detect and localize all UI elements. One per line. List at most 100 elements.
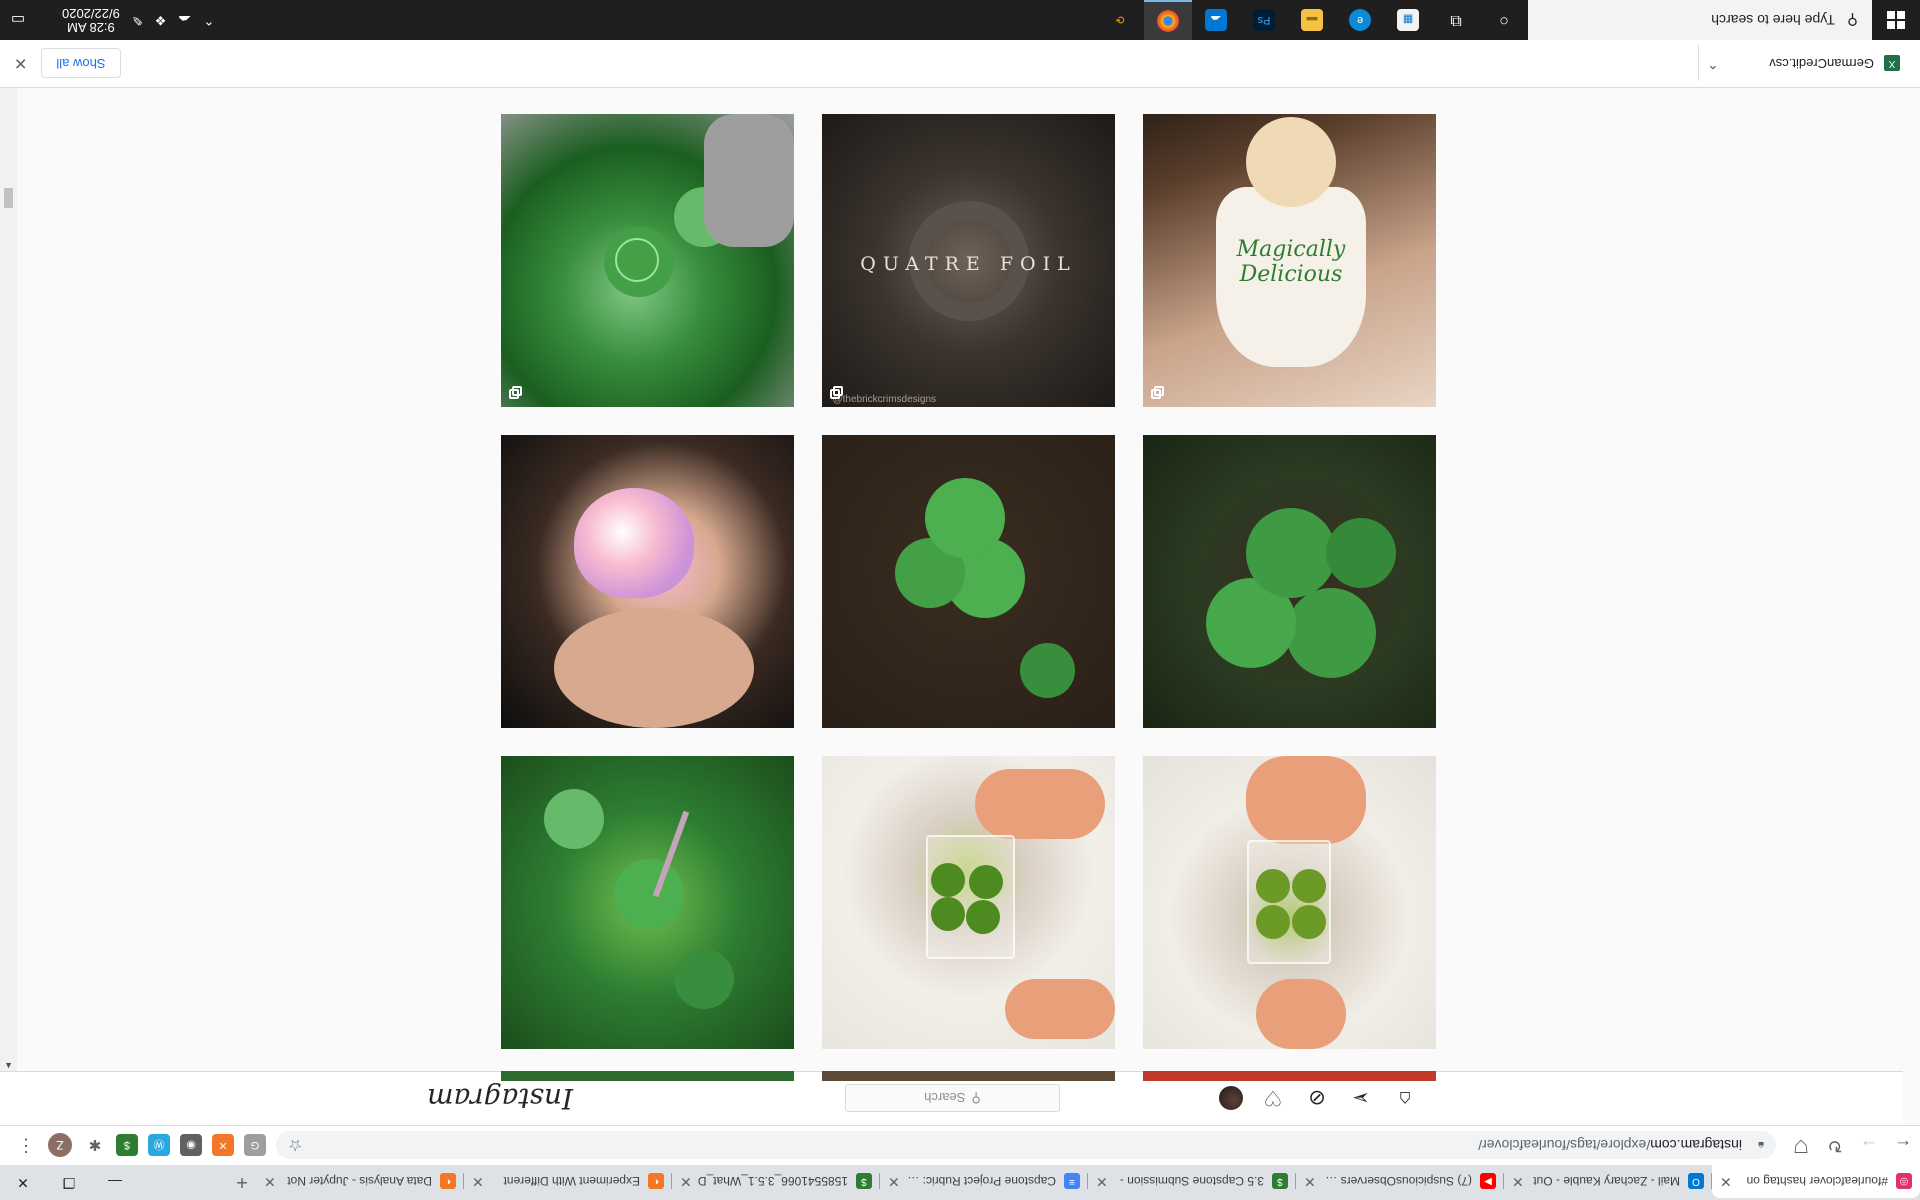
menu-dots-icon[interactable]: ⋮ — [16, 1135, 36, 1156]
bookmark-star-icon[interactable]: ☆ — [288, 1136, 302, 1156]
close-icon[interactable]: ✕ — [264, 1173, 276, 1190]
extension-icon[interactable]: G — [244, 1134, 266, 1157]
close-icon[interactable]: ✕ — [1720, 1173, 1732, 1190]
scroll-up-arrow[interactable]: ▲ — [0, 1057, 17, 1071]
download-filename: GermanCredit.csv — [1769, 56, 1874, 71]
post-thumbnail[interactable] — [822, 1071, 1115, 1081]
download-shelf: X GermanCredit.csv ⌃ Show all ✕ — [0, 40, 1920, 88]
tab-experiment[interactable]: ◐ Experiment With Different ✕ — [464, 1165, 672, 1198]
scroll-thumb[interactable] — [4, 188, 13, 208]
window-close-button[interactable]: ✕ — [0, 1165, 46, 1200]
reload-button[interactable]: ↻ — [1818, 1129, 1852, 1163]
close-icon[interactable]: ✕ — [888, 1173, 900, 1190]
tab-title: (7) SuspiciousObservers - Yo — [1321, 1174, 1472, 1189]
close-icon[interactable]: ✕ — [14, 54, 27, 74]
tab-data-analysis[interactable]: ◐ Data Analysis - Jupyter Not ✕ — [256, 1165, 464, 1198]
taskbar-clock[interactable]: 9:28 AM 9/22/2020 — [50, 6, 120, 35]
store-icon[interactable]: ▦ — [1384, 0, 1432, 40]
close-icon[interactable]: ✕ — [472, 1173, 484, 1190]
close-icon[interactable]: ✕ — [680, 1173, 692, 1190]
tab-title: 3.5 Capstone Submission - — [1119, 1174, 1264, 1189]
post-thumbnail[interactable] — [1143, 435, 1436, 728]
close-icon[interactable]: ✕ — [1096, 1173, 1108, 1190]
post-thumbnail[interactable] — [501, 435, 794, 728]
extension-icon[interactable]: ◉ — [180, 1134, 202, 1157]
home-icon[interactable]: ⌂ — [1391, 1084, 1419, 1112]
tab-instagram[interactable]: ◎ #fourleafclover hashtag on ✕ — [1712, 1165, 1920, 1198]
lock-icon: 🔒︎ — [1758, 1139, 1764, 1152]
close-icon[interactable]: ✕ — [1304, 1173, 1316, 1190]
back-button[interactable]: ← — [1886, 1129, 1920, 1163]
chrome-icon[interactable] — [1144, 0, 1192, 40]
youtube-icon: ▶ — [1480, 1173, 1496, 1190]
docs-icon: ≡ — [1064, 1173, 1080, 1190]
edge-icon[interactable]: e — [1336, 0, 1384, 40]
direct-icon[interactable]: ➢ — [1347, 1084, 1375, 1112]
restore-button[interactable]: ❐ — [46, 1165, 92, 1200]
multiple-images-icon — [830, 385, 844, 399]
post-thumbnail[interactable] — [501, 1071, 794, 1081]
post-thumbnail[interactable] — [822, 756, 1115, 1049]
tab-title: Capstone Project Rubric: Da — [905, 1174, 1056, 1189]
explore-icon[interactable]: ⊘ — [1303, 1084, 1331, 1112]
tab-capstone-rubric[interactable]: ≡ Capstone Project Rubric: Da ✕ — [880, 1165, 1088, 1198]
extension-icon[interactable]: Ⓦ — [148, 1134, 170, 1157]
puzzle-icon[interactable]: ✱ — [84, 1135, 106, 1157]
search-icon: ⚲ — [1847, 11, 1858, 28]
search-icon: ⚲ — [971, 1091, 981, 1106]
tab-mail[interactable]: O Mail - Zachary Kauble - Out ✕ — [1504, 1165, 1712, 1198]
post-thumbnail[interactable] — [501, 756, 794, 1049]
tab-capstone-submission[interactable]: $ 3.5 Capstone Submission - ✕ — [1088, 1165, 1296, 1198]
minimize-button[interactable]: — — [92, 1165, 138, 1200]
outlook-icon: O — [1688, 1173, 1704, 1190]
post-thumbnail[interactable] — [501, 114, 794, 407]
watermark-handle: @thebrickcrimsdesigns — [832, 394, 936, 405]
shirt-text: Magically Delicious — [1236, 237, 1346, 287]
course-icon: $ — [856, 1173, 872, 1190]
photoshop-icon[interactable]: Ps — [1240, 0, 1288, 40]
avatar[interactable] — [1219, 1086, 1243, 1110]
post-thumbnail[interactable]: Magically Delicious — [1143, 114, 1436, 407]
browser-toolbar: ← → ↻ ⛉ 🔒︎ instagram.com /explore/tags/f… — [0, 1125, 1920, 1165]
address-bar[interactable]: 🔒︎ instagram.com /explore/tags/fourleafc… — [276, 1131, 1776, 1160]
close-icon[interactable]: ✕ — [1512, 1173, 1524, 1190]
system-tray: ⌃ ☁ ❖ ✎ 9:28 AM 9/22/2020 ▭ — [0, 0, 214, 40]
tab-title: Mail - Zachary Kauble - Out — [1533, 1174, 1680, 1189]
extension-icon[interactable]: ✕ — [212, 1134, 234, 1157]
new-tab-button[interactable]: + — [228, 1165, 256, 1198]
post-thumbnail[interactable]: QUATRE FOIL @thebrickcrimsdesigns — [822, 114, 1115, 407]
post-thumbnail[interactable] — [1143, 1071, 1436, 1081]
clock-time: 9:28 AM — [67, 20, 115, 35]
dropbox-icon[interactable]: ❖ — [155, 12, 167, 28]
tab-youtube[interactable]: ▶ (7) SuspiciousObservers - Yo ✕ — [1296, 1165, 1504, 1198]
cortana-icon[interactable]: ○ — [1480, 0, 1528, 40]
post-thumbnail[interactable] — [1143, 756, 1436, 1049]
chevron-up-icon[interactable]: ⌃ — [203, 12, 214, 28]
heart-icon[interactable]: ♡ — [1259, 1084, 1287, 1112]
course-icon: $ — [1272, 1173, 1288, 1190]
forward-button[interactable]: → — [1852, 1129, 1886, 1163]
app-icon[interactable]: ⟳ — [1096, 0, 1144, 40]
download-item[interactable]: X GermanCredit.csv ⌃ — [1698, 45, 1908, 82]
show-all-button[interactable]: Show all — [41, 48, 121, 79]
avatar[interactable]: Z — [48, 1133, 72, 1158]
extension-shield-icon[interactable]: ⛉ — [1784, 1129, 1818, 1163]
onedrive-icon[interactable]: ☁ — [178, 12, 191, 28]
task-view-icon[interactable]: ⧉ — [1432, 0, 1480, 40]
photos-icon[interactable]: ☁ — [1192, 0, 1240, 40]
chevron-up-icon[interactable]: ⌃ — [1707, 55, 1719, 72]
search-input[interactable]: ⚲ Search — [845, 1084, 1060, 1112]
start-button[interactable] — [1872, 0, 1920, 40]
network-icon[interactable]: ✎ — [132, 12, 143, 28]
post-thumbnail[interactable] — [822, 435, 1115, 728]
file-explorer-icon[interactable]: ▬ — [1288, 0, 1336, 40]
tab-what-d[interactable]: $ 1585541066_3.5.1_What_D ✕ — [672, 1165, 880, 1198]
extension-icon[interactable]: $ — [116, 1134, 138, 1157]
page-scrollbar[interactable]: ▲ ▼ — [0, 40, 17, 1071]
tab-title: 1585541066_3.5.1_What_D — [697, 1174, 848, 1189]
notification-icon[interactable]: ▭ — [0, 0, 36, 40]
instagram-logo[interactable]: Instagram — [427, 1082, 573, 1115]
taskbar-search-input[interactable]: ⚲ Type here to search — [1528, 0, 1872, 40]
taskbar-search-placeholder: Type here to search — [1711, 12, 1835, 28]
browser-tab-strip: ◎ #fourleafclover hashtag on ✕ O Mail - … — [0, 1165, 1920, 1200]
